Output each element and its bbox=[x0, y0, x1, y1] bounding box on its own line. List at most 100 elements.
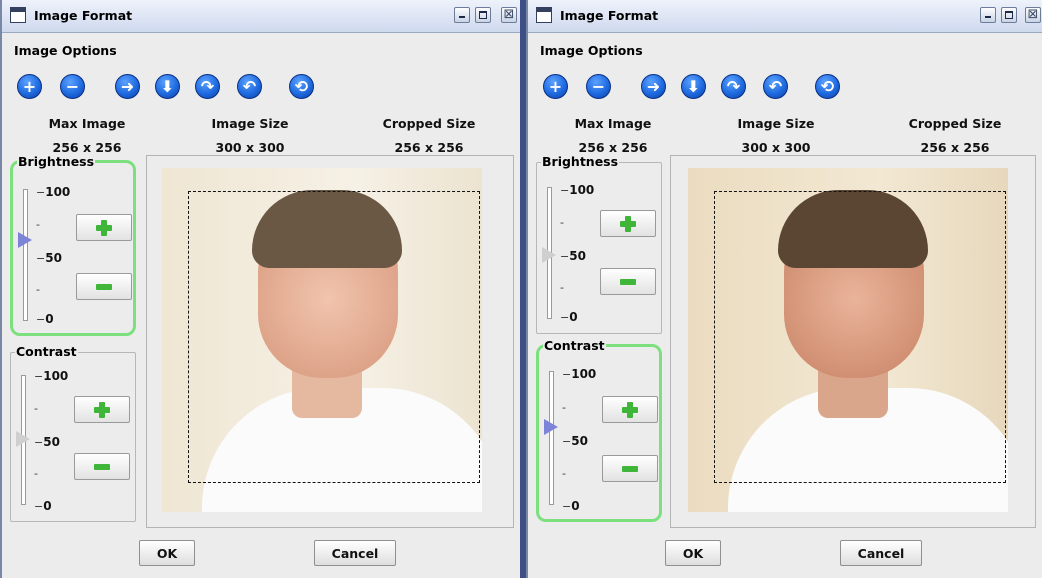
maximize-icon bbox=[1005, 11, 1013, 19]
contrast-slider-thumb[interactable] bbox=[544, 419, 558, 435]
portrait-photo bbox=[688, 168, 1008, 512]
close-button[interactable]: ⊠ bbox=[1025, 7, 1041, 23]
image-preview-panel bbox=[146, 155, 514, 528]
brightness-tick-50: 50 bbox=[45, 251, 62, 265]
minus-icon bbox=[622, 465, 638, 472]
maximize-button[interactable] bbox=[1001, 7, 1017, 23]
contrast-slider-thumb[interactable] bbox=[16, 431, 30, 447]
contrast-tick-0: 0 bbox=[571, 499, 580, 513]
contrast-decrease-button[interactable] bbox=[602, 455, 658, 482]
image-format-window-1: Image Format ⊠ Image Options + − ➜ ⬇ ↷ ↶… bbox=[0, 0, 520, 578]
minimize-icon bbox=[459, 16, 465, 18]
max-image-header: Max Image bbox=[48, 116, 126, 131]
contrast-tick-minor: - bbox=[562, 401, 566, 414]
brightness-tick-minor: - bbox=[560, 281, 564, 294]
contrast-tick-minor: - bbox=[34, 402, 38, 415]
cancel-button[interactable]: Cancel bbox=[840, 540, 922, 566]
contrast-tick-minor: - bbox=[34, 467, 38, 480]
move-right-icon[interactable]: ➜ bbox=[641, 74, 666, 99]
brightness-slider-thumb[interactable] bbox=[542, 247, 556, 263]
image-format-window-2: Image Format ⊠ Image Options + − ➜ ⬇ ↷ ↶… bbox=[526, 0, 1042, 578]
contrast-increase-button[interactable] bbox=[602, 396, 658, 423]
zoom-out-icon[interactable]: − bbox=[60, 74, 85, 99]
brightness-tick-minor: - bbox=[560, 216, 564, 229]
brightness-increase-button[interactable] bbox=[76, 214, 132, 241]
window-icon bbox=[10, 7, 26, 23]
max-image-header: Max Image bbox=[574, 116, 652, 131]
cancel-button[interactable]: Cancel bbox=[314, 540, 396, 566]
close-button[interactable]: ⊠ bbox=[501, 7, 517, 23]
contrast-tick-minor: - bbox=[562, 467, 566, 480]
rotate-left-icon[interactable]: ↶ bbox=[763, 74, 788, 99]
brightness-group: Brightness −100 - −50 - −0 bbox=[10, 154, 136, 336]
brightness-decrease-button[interactable] bbox=[76, 273, 132, 300]
brightness-slider-track[interactable] bbox=[23, 189, 28, 321]
move-down-icon[interactable]: ⬇ bbox=[681, 74, 706, 99]
rotate-right-icon[interactable]: ↷ bbox=[721, 74, 746, 99]
reset-icon[interactable]: ⟲ bbox=[289, 74, 314, 99]
zoom-out-icon[interactable]: − bbox=[586, 74, 611, 99]
ok-button[interactable]: OK bbox=[665, 540, 721, 566]
move-down-icon[interactable]: ⬇ bbox=[155, 74, 180, 99]
menu-image-options[interactable]: Image Options bbox=[540, 43, 643, 58]
minus-icon bbox=[94, 463, 110, 470]
title-bar[interactable]: Image Format ⊠ bbox=[2, 0, 520, 33]
brightness-label: Brightness bbox=[541, 154, 620, 169]
contrast-group: Contrast −100 - −50 - −0 bbox=[10, 344, 136, 522]
window-title: Image Format bbox=[34, 8, 133, 23]
menu-bar: Image Options bbox=[2, 34, 520, 62]
cropped-size-header: Cropped Size bbox=[908, 116, 1002, 131]
plus-icon bbox=[620, 215, 636, 232]
image-size-header: Image Size bbox=[211, 116, 289, 131]
image-size-value: 300 x 300 bbox=[215, 140, 285, 155]
title-bar[interactable]: Image Format ⊠ bbox=[528, 0, 1042, 33]
window-title: Image Format bbox=[560, 8, 659, 23]
cropped-size-header: Cropped Size bbox=[382, 116, 476, 131]
menu-bar: Image Options bbox=[528, 34, 1042, 62]
brightness-tick-50: 50 bbox=[569, 249, 586, 263]
zoom-in-icon[interactable]: + bbox=[543, 74, 568, 99]
reset-icon[interactable]: ⟲ bbox=[815, 74, 840, 99]
brightness-tick-minor: - bbox=[36, 218, 40, 231]
cropped-size-value: 256 x 256 bbox=[394, 140, 464, 155]
brightness-tick-0: 0 bbox=[45, 312, 54, 326]
contrast-decrease-button[interactable] bbox=[74, 453, 130, 480]
ok-button[interactable]: OK bbox=[139, 540, 195, 566]
plus-icon bbox=[94, 401, 110, 418]
contrast-tick-100: 100 bbox=[571, 367, 597, 381]
crop-rectangle[interactable] bbox=[188, 191, 480, 483]
plus-icon bbox=[622, 401, 638, 418]
contrast-increase-button[interactable] bbox=[74, 396, 130, 423]
rotate-left-icon[interactable]: ↶ bbox=[237, 74, 262, 99]
minimize-icon bbox=[985, 16, 991, 18]
rotate-right-icon[interactable]: ↷ bbox=[195, 74, 220, 99]
maximize-button[interactable] bbox=[475, 7, 491, 23]
portrait-photo bbox=[162, 168, 482, 512]
zoom-in-icon[interactable]: + bbox=[17, 74, 42, 99]
brightness-slider-thumb[interactable] bbox=[18, 232, 32, 248]
contrast-tick-100: 100 bbox=[43, 369, 69, 383]
cropped-size-value: 256 x 256 bbox=[920, 140, 990, 155]
minimize-button[interactable] bbox=[980, 7, 996, 23]
max-image-value: 256 x 256 bbox=[578, 140, 648, 155]
contrast-tick-0: 0 bbox=[43, 499, 52, 513]
maximize-icon bbox=[479, 11, 487, 19]
minus-icon bbox=[96, 283, 112, 290]
menu-image-options[interactable]: Image Options bbox=[14, 43, 117, 58]
image-size-value: 300 x 300 bbox=[741, 140, 811, 155]
brightness-label: Brightness bbox=[17, 154, 96, 169]
brightness-tick-minor: - bbox=[36, 283, 40, 296]
contrast-slider-track[interactable] bbox=[549, 371, 554, 505]
brightness-decrease-button[interactable] bbox=[600, 268, 656, 295]
brightness-tick-0: 0 bbox=[569, 310, 578, 324]
crop-rectangle[interactable] bbox=[714, 191, 1006, 483]
brightness-increase-button[interactable] bbox=[600, 210, 656, 237]
minimize-button[interactable] bbox=[454, 7, 470, 23]
move-right-icon[interactable]: ➜ bbox=[115, 74, 140, 99]
contrast-tick-50: 50 bbox=[571, 434, 588, 448]
contrast-label: Contrast bbox=[15, 344, 78, 359]
plus-icon bbox=[96, 219, 112, 236]
brightness-group: Brightness −100 - −50 - −0 bbox=[536, 154, 662, 334]
contrast-label: Contrast bbox=[543, 338, 606, 353]
contrast-group: Contrast −100 - −50 - −0 bbox=[536, 338, 662, 522]
